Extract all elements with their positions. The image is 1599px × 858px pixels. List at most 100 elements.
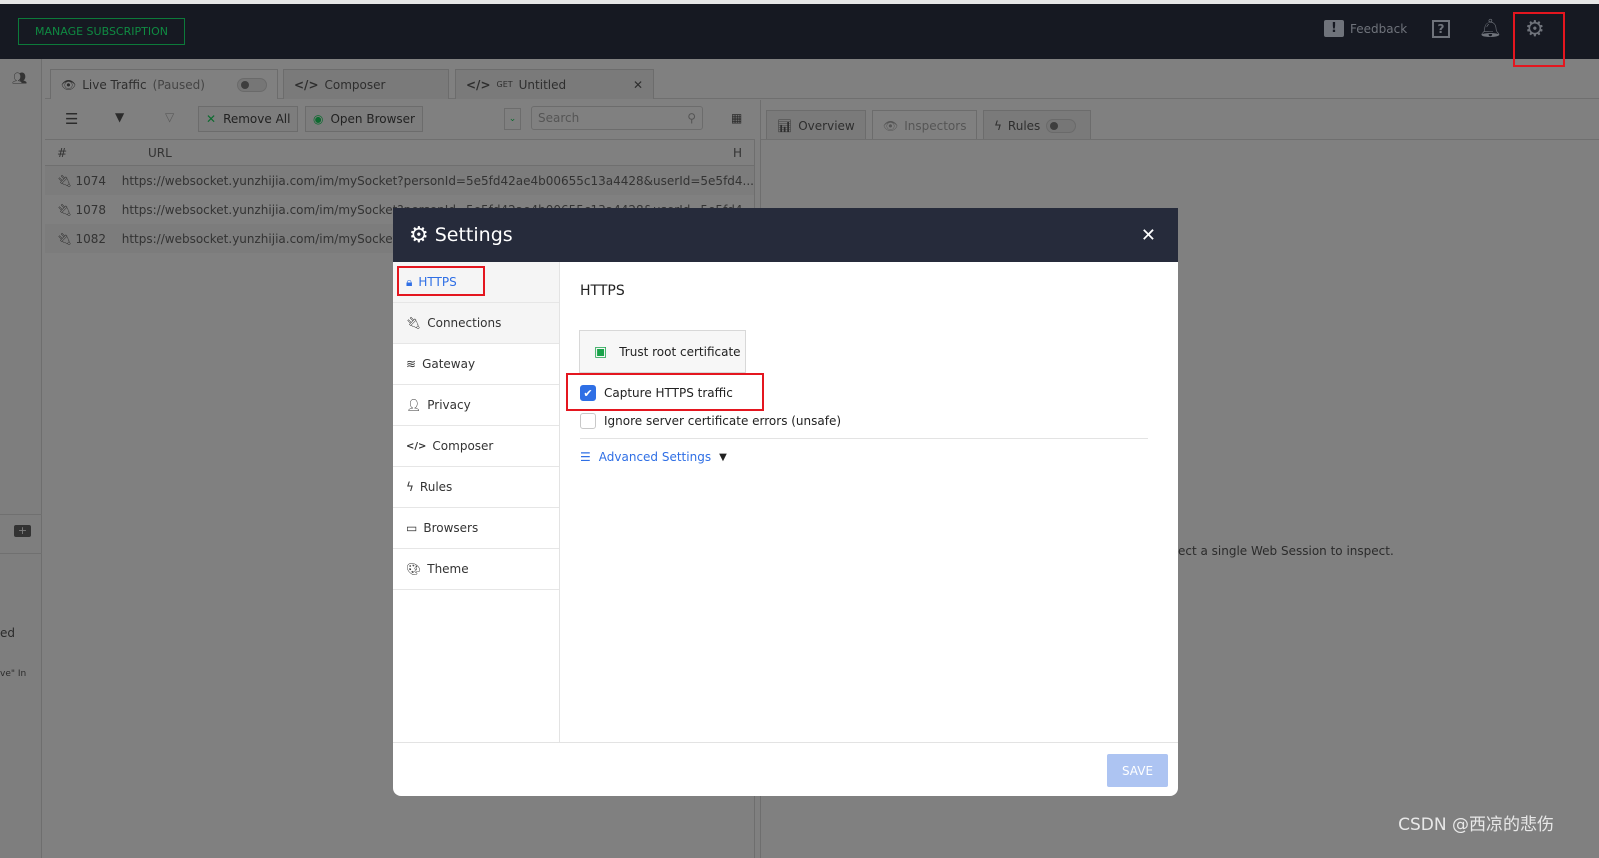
tab-composer[interactable]: </> Composer (283, 69, 449, 99)
bolt-icon: ϟ (406, 480, 414, 494)
chrome-icon: ◉ (313, 112, 324, 126)
tab-state: (Paused) (152, 77, 205, 92)
nav-label: Rules (419, 480, 453, 494)
dialog-footer: SAVE (393, 742, 1178, 796)
tab-live-traffic[interactable]: 👁︎ Live Traffic (Paused) (50, 69, 278, 99)
capture-toggle[interactable] (237, 77, 267, 92)
rules-toggle[interactable] (1046, 118, 1077, 133)
tab-overview[interactable]: 📊︎ Overview (766, 110, 866, 140)
open-browser-button[interactable]: ◉ Open Browser (305, 106, 423, 132)
manage-subscription-button[interactable]: MANAGE SUBSCRIPTION (18, 18, 185, 45)
table-row[interactable]: 🔌︎ 1074 https://websocket.yunzhijia.com/im… (45, 166, 754, 195)
gear-icon: ⚙ (409, 222, 429, 248)
feedback-button[interactable]: ! Feedback (1324, 20, 1407, 37)
top-bar: MANAGE SUBSCRIPTION ! Feedback ? 🔔︎ ⚙ (0, 4, 1599, 59)
layout-icon[interactable]: ▦ (731, 111, 742, 125)
nav-label: Privacy (427, 398, 471, 412)
open-browser-label: Open Browser (330, 112, 415, 126)
sidebar-fragment: ve" In (0, 669, 27, 679)
tab-untitled[interactable]: </> GET Untitled ✕ (455, 69, 654, 99)
wifi-icon: ≋ (406, 357, 417, 371)
sliders-icon: ☰ (580, 450, 591, 464)
close-icon[interactable]: ✕ (1141, 225, 1156, 246)
bell-icon[interactable]: 🔔︎ (1479, 18, 1502, 39)
save-button[interactable]: SAVE (1107, 754, 1168, 787)
row-id: 1082 (75, 231, 107, 246)
remove-all-label: Remove All (223, 112, 291, 126)
tab-label: Inspectors (904, 118, 967, 133)
x-icon: ✕ (206, 112, 217, 126)
feedback-label: Feedback (1350, 21, 1408, 36)
dropdown-chevron-icon[interactable]: ⌄ (504, 108, 521, 130)
code-icon: </> (294, 77, 319, 92)
settings-dialog: ⚙ Settings ✕ 🔒︎ HTTPS 🔌︎ Connections ≋ Gatew… (393, 208, 1178, 796)
trust-button-label: Trust root certificate (619, 344, 741, 359)
grid-header: # URL H (45, 140, 754, 166)
nav-gateway[interactable]: ≋ Gateway (393, 344, 559, 385)
user-lock-icon: 👤︎ (406, 398, 422, 412)
remove-all-button[interactable]: ✕ Remove All (198, 106, 299, 132)
feedback-icon: ! (1324, 20, 1344, 37)
tab-label: Composer (324, 77, 386, 92)
nav-label: Gateway (422, 357, 476, 371)
clear-filter-icon[interactable]: ▽ (165, 110, 174, 124)
help-icon[interactable]: ? (1432, 20, 1450, 38)
sidebar-toolbar: + (0, 514, 42, 554)
eye-icon: 👁︎ (883, 118, 899, 133)
websocket-icon: 🔌︎ (57, 231, 73, 246)
users-icon: 👥︎ (12, 71, 28, 85)
trust-root-certificate-button[interactable]: ▣ Trust root certificate (579, 330, 746, 373)
column-header-url[interactable]: URL (125, 146, 713, 160)
tab-method: GET (496, 80, 513, 89)
search-input[interactable]: Search ⚲ (531, 106, 703, 130)
dialog-title: Settings (434, 224, 513, 246)
bolt-icon: ϟ (994, 118, 1002, 133)
advanced-settings-toggle[interactable]: ☰ Advanced Settings ▼ (580, 450, 727, 464)
tab-label: Overview (798, 118, 855, 133)
session-tabs: 👁︎ Live Traffic (Paused) </> Composer </… (45, 59, 1599, 99)
sidebar-fragment: ed (0, 626, 15, 640)
column-header-host[interactable]: H (713, 146, 742, 160)
tab-rules[interactable]: ϟ Rules (983, 110, 1091, 140)
window-icon: ▭ (406, 521, 418, 535)
https-settings: HTTPS ▣ Trust root certificate ✔ Capture … (560, 262, 1178, 742)
certificate-icon: ▣ (594, 343, 608, 360)
websocket-icon: 🔌︎ (57, 202, 73, 217)
websocket-icon: 🔌︎ (57, 173, 73, 188)
nav-composer[interactable]: </> Composer (393, 426, 559, 467)
highlight-box-https (397, 266, 485, 296)
code-icon: </> (466, 77, 491, 92)
row-id: 1078 (75, 202, 107, 217)
code-icon: </> (406, 440, 427, 452)
nav-browsers[interactable]: ▭ Browsers (393, 508, 559, 549)
watermark: CSDN @西凉的悲伤 (1398, 815, 1554, 835)
nav-privacy[interactable]: 👤︎ Privacy (393, 385, 559, 426)
row-url: https://websocket.yunzhijia.com/im/mySoc… (121, 173, 754, 188)
checkbox-empty (580, 413, 596, 429)
chart-icon: 📊︎ (777, 118, 793, 133)
nav-theme[interactable]: 🎨︎ Theme (393, 549, 559, 590)
add-folder-icon[interactable]: + (14, 525, 31, 537)
tab-label: Untitled (518, 77, 567, 92)
column-header-number[interactable]: # (45, 146, 125, 160)
advanced-label: Advanced Settings (598, 450, 712, 464)
tab-label: Rules (1007, 118, 1041, 133)
highlight-box-capture (566, 373, 764, 411)
ignore-cert-errors-checkbox[interactable]: Ignore server certificate errors (unsafe… (580, 413, 841, 429)
nav-connections[interactable]: 🔌︎ Connections (393, 303, 559, 344)
nav-rules[interactable]: ϟ Rules (393, 467, 559, 508)
left-sidebar: 👥︎ + ed ve" In (0, 59, 42, 858)
menu-icon[interactable]: ☰ (65, 110, 78, 128)
dialog-header: ⚙ Settings ✕ (393, 208, 1178, 262)
tab-inspectors[interactable]: 👁︎ Inspectors (872, 110, 977, 140)
nav-label: Composer (432, 439, 494, 453)
palette-icon: 🎨︎ (406, 562, 422, 576)
nav-label: Connections (427, 316, 502, 330)
filter-icon[interactable]: ▼ (115, 110, 124, 124)
close-icon[interactable]: ✕ (633, 78, 643, 92)
nav-label: Browsers (423, 521, 479, 535)
section-title: HTTPS (580, 283, 625, 299)
ignore-label: Ignore server certificate errors (unsafe… (604, 414, 842, 428)
search-icon: ⚲ (687, 111, 696, 125)
inspector-hint: ect a single Web Session to inspect. (1178, 544, 1394, 558)
